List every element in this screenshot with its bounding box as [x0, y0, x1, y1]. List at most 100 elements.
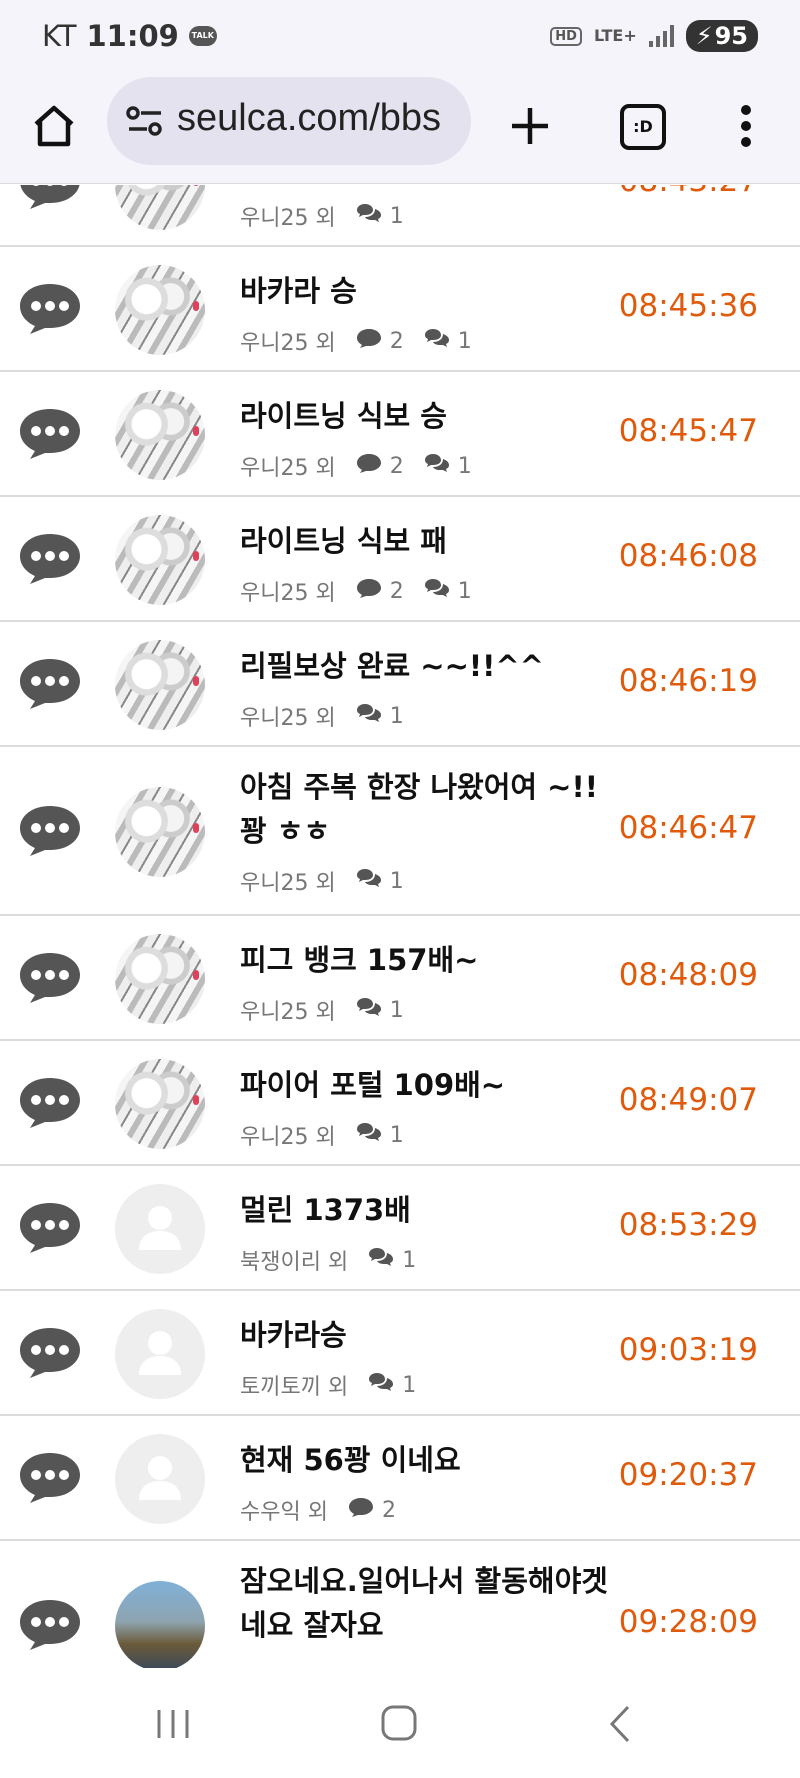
post-meta: 우니25 외 2 1 [240, 575, 472, 607]
battery-indicator: ⚡ 95 [685, 20, 758, 52]
chat-bubble-icon [18, 1324, 82, 1380]
comments-icon [424, 577, 450, 605]
reply-icon [348, 1496, 374, 1524]
post-author[interactable]: 우니25 외 [240, 700, 336, 732]
comment-count: 1 [402, 1372, 417, 1398]
reply-count: 2 [389, 328, 404, 354]
post-title[interactable]: 바카라승 [240, 1313, 610, 1357]
comment-count: 1 [389, 203, 404, 229]
status-bar: KT 11:09 TALK HD LTE+ ⚡ 95 [0, 0, 800, 72]
chat-bubble-icon [18, 1199, 82, 1255]
post-row[interactable]: 멀린 1373배북쟁이리 외 1 08:53:29 [0, 1166, 800, 1291]
comment-count: 1 [457, 453, 472, 479]
post-list: 리필보상 신청 ~!!우니25 외108:43:27바카라 승우니25 외210… [0, 185, 800, 1668]
post-title[interactable]: 잠오네요.일어나서 활동해야겟네요 잘자요 [240, 1559, 610, 1647]
post-row[interactable]: 잠오네요.일어나서 활동해야겟네요 잘자요 09:28:09 [0, 1541, 800, 1668]
post-row[interactable]: 현재 56꽝 이네요 수우익 외 2 09:20:37 [0, 1416, 800, 1541]
post-meta: 우니25 외 2 1 [240, 325, 472, 357]
avatar[interactable] [115, 639, 205, 730]
comments-icon [356, 867, 382, 895]
avatar[interactable] [115, 1058, 205, 1149]
post-title[interactable]: 멀린 1373배 [240, 1188, 610, 1232]
reply-icon [356, 327, 382, 355]
more-options-icon[interactable] [740, 102, 752, 150]
post-author[interactable]: 우니25 외 [240, 865, 336, 897]
post-author[interactable]: 북쟁이리 외 [240, 1244, 348, 1276]
system-nav-bar [0, 1668, 800, 1778]
chat-bubble-icon [18, 949, 82, 1005]
address-bar[interactable]: seulca.com/bbs [107, 77, 471, 165]
post-author[interactable]: 우니25 외 [240, 994, 336, 1026]
post-row[interactable]: 리필보상 완료 ~~!!^^ 우니25 외 1 08:46:19 [0, 622, 800, 747]
avatar[interactable] [115, 264, 205, 355]
home-nav-icon[interactable] [380, 1704, 418, 1742]
post-title[interactable]: 라이트닝 식보 승 [240, 394, 610, 438]
browser-toolbar: seulca.com/bbs :D [0, 72, 800, 184]
post-author[interactable]: 우니25 외 [240, 200, 336, 232]
post-time: 08:46:08 [618, 537, 758, 574]
post-author[interactable]: 우니25 외 [240, 575, 336, 607]
comments-icon [368, 1371, 394, 1399]
back-icon[interactable] [608, 1704, 632, 1744]
recent-apps-icon[interactable] [155, 1706, 191, 1742]
avatar[interactable] [115, 1580, 205, 1668]
avatar[interactable] [115, 185, 205, 230]
avatar[interactable] [115, 389, 205, 480]
post-row[interactable]: 리필보상 신청 ~!! 우니25 외 1 08:43:27 [0, 185, 800, 247]
post-title[interactable]: 현재 56꽝 이네요 [240, 1438, 610, 1482]
avatar[interactable] [115, 1433, 205, 1524]
chat-bubble-icon [18, 530, 82, 586]
chat-bubble-icon [18, 655, 82, 711]
comments-icon [424, 452, 450, 480]
post-author[interactable]: 토끼토끼 외 [240, 1369, 348, 1401]
chat-bubble-icon [18, 405, 82, 461]
post-title[interactable]: 리필보상 완료 ~~!!^^ [240, 644, 610, 688]
post-row[interactable]: 파이어 포털 109배~ 우니25 외 1 08:49:07 [0, 1041, 800, 1166]
avatar[interactable] [115, 1308, 205, 1399]
post-row[interactable]: 아침 주복 한장 나왔어여 ~!! 꽝 ㅎㅎ 우니25 외 1 08:46:47 [0, 747, 800, 916]
post-author[interactable]: 우니25 외 [240, 1119, 336, 1151]
reply-icon [356, 452, 382, 480]
tab-switcher-button[interactable]: :D [620, 104, 666, 150]
post-row[interactable]: 피그 뱅크 157배~ 우니25 외 1 08:48:09 [0, 916, 800, 1041]
post-title[interactable]: 라이트닝 식보 패 [240, 519, 610, 563]
post-row[interactable]: 바카라승 토끼토끼 외 1 09:03:19 [0, 1291, 800, 1416]
post-time: 09:20:37 [618, 1456, 758, 1493]
comments-icon [356, 702, 382, 730]
home-icon[interactable] [30, 102, 78, 150]
post-author[interactable]: 수우익 외 [240, 1494, 328, 1526]
chat-bubble-icon [18, 280, 82, 336]
new-tab-icon[interactable] [506, 102, 554, 150]
post-row[interactable]: 바카라 승 우니25 외 2 1 08:45:36 [0, 247, 800, 372]
hd-voice-icon: HD [550, 26, 582, 46]
post-row[interactable]: 라이트닝 식보 승 우니25 외 2 1 08:45:47 [0, 372, 800, 497]
post-meta: 우니25 외 1 [240, 994, 404, 1026]
post-title[interactable]: 바카라 승 [240, 269, 610, 313]
url-text[interactable]: seulca.com/bbs [177, 97, 441, 140]
avatar[interactable] [115, 933, 205, 1024]
post-title[interactable]: 아침 주복 한장 나왔어여 ~!! 꽝 ㅎㅎ [240, 765, 610, 853]
post-title[interactable]: 파이어 포털 109배~ [240, 1063, 610, 1107]
reply-count: 2 [389, 578, 404, 604]
post-author[interactable]: 우니25 외 [240, 325, 336, 357]
post-author[interactable]: 우니25 외 [240, 450, 336, 482]
comment-count: 1 [457, 578, 472, 604]
avatar[interactable] [115, 1183, 205, 1274]
network-type: LTE+ [593, 26, 637, 45]
post-time: 09:28:09 [618, 1603, 758, 1640]
reply-count: 2 [389, 453, 404, 479]
post-meta: 우니25 외 1 [240, 700, 404, 732]
comment-count: 1 [389, 703, 404, 729]
chat-bubble-icon [18, 1449, 82, 1505]
avatar[interactable] [115, 514, 205, 605]
post-row[interactable]: 라이트닝 식보 패우니25 외 2 1 08:46:08 [0, 497, 800, 622]
charging-icon: ⚡ [695, 22, 713, 50]
site-settings-icon[interactable] [125, 105, 165, 137]
post-title[interactable]: 피그 뱅크 157배~ [240, 938, 610, 982]
post-meta: 북쟁이리 외 1 [240, 1244, 416, 1276]
comment-count: 1 [389, 997, 404, 1023]
post-meta: 우니25 외 1 [240, 1119, 404, 1151]
avatar[interactable] [115, 786, 205, 877]
post-time: 08:53:29 [618, 1206, 758, 1243]
post-title[interactable]: 리필보상 신청 ~!! [240, 185, 610, 188]
